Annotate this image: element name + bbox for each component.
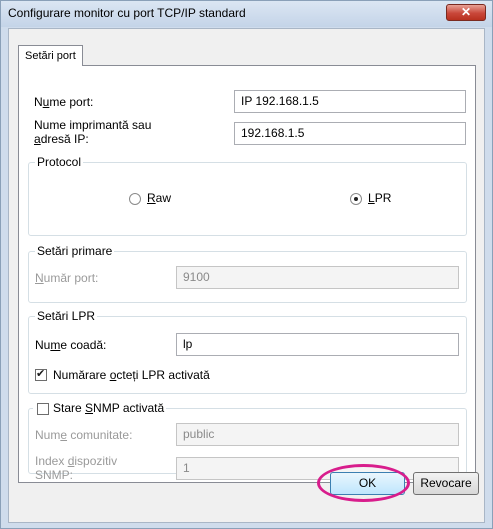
lpr-label[interactable]: LPR — [368, 192, 391, 205]
protocol-group: Protocol Raw LPR — [28, 155, 467, 236]
title-bar[interactable]: Configurare monitor cu port TCP/IP stand… — [1, 1, 492, 27]
community-name-input[interactable]: public — [176, 423, 459, 446]
community-name-label: Nume comunitate: — [35, 428, 133, 442]
close-icon: ✕ — [460, 5, 472, 19]
snmp-legend[interactable]: Stare SNMP activată — [33, 401, 167, 415]
port-number-label: Număr port: — [35, 271, 99, 285]
raw-radio[interactable] — [129, 193, 141, 205]
queue-name-label: Nume coadă: — [35, 338, 107, 352]
printer-ip-input[interactable]: 192.168.1.5 — [234, 122, 466, 145]
lpr-settings-legend: Setări LPR — [35, 309, 98, 323]
dialog-window: Configurare monitor cu port TCP/IP stand… — [0, 0, 493, 529]
dialog-client: Setări port Nume port: IP 192.168.1.5 Nu… — [8, 28, 485, 523]
lpr-settings-group: Setări LPR Nume coadă: lp Numărare octeț… — [28, 309, 467, 394]
printer-ip-label-line2: adresă IP: — [34, 132, 89, 146]
port-name-label: Nume port: — [34, 95, 94, 109]
lpr-byte-count-label[interactable]: Numărare octeți LPR activată — [53, 369, 210, 382]
ok-button[interactable]: OK — [330, 472, 405, 495]
cancel-button[interactable]: Revocare — [413, 472, 479, 495]
printer-ip-label-line1: Nume imprimantă sau — [34, 118, 152, 132]
raw-label[interactable]: Raw — [147, 192, 171, 205]
tab-panel: Nume port: IP 192.168.1.5 Nume imprimant… — [18, 65, 476, 483]
protocol-legend: Protocol — [35, 155, 84, 169]
queue-name-input[interactable]: lp — [176, 333, 459, 356]
raw-settings-legend: Setări primare — [35, 244, 115, 258]
port-name-input[interactable]: IP 192.168.1.5 — [234, 90, 466, 113]
close-button[interactable]: ✕ — [446, 4, 486, 21]
window-title: Configurare monitor cu port TCP/IP stand… — [8, 6, 246, 20]
snmp-checkbox[interactable] — [37, 403, 49, 415]
device-index-label-line1: Index dispozitiv — [35, 454, 118, 468]
device-index-label-line2: SNMP: — [35, 468, 74, 482]
port-number-input[interactable]: 9100 — [176, 266, 459, 289]
lpr-radio[interactable] — [350, 193, 362, 205]
raw-settings-group: Setări primare Număr port: 9100 — [28, 244, 467, 303]
tab-port-settings[interactable]: Setări port — [18, 45, 83, 66]
lpr-byte-count-checkbox[interactable] — [35, 367, 47, 381]
snmp-group: Stare SNMP activată Nume comunitate: pub… — [28, 401, 467, 482]
